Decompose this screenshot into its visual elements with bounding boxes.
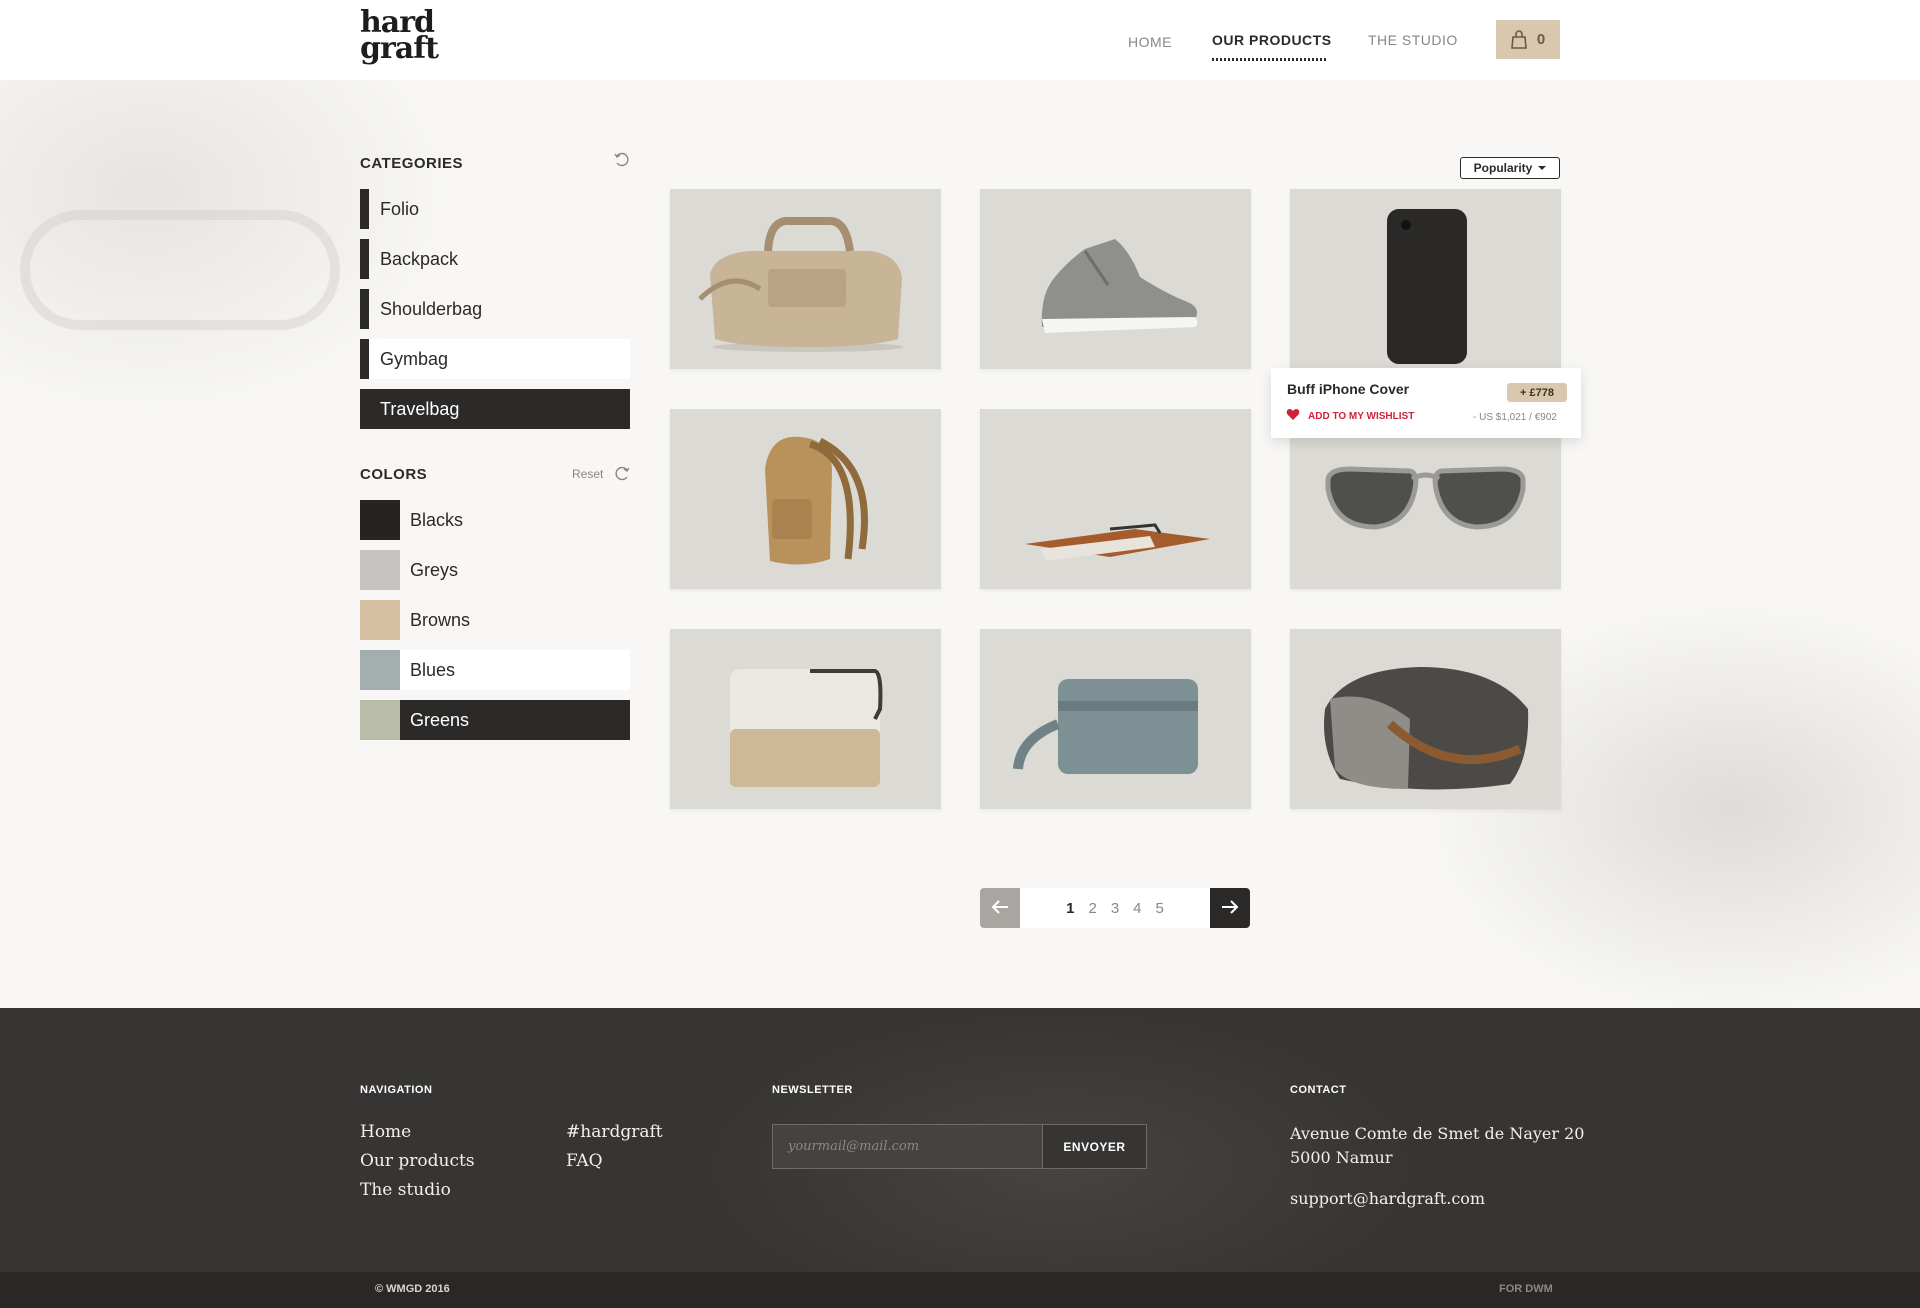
- laptop-sleeve-icon: [730, 669, 883, 787]
- category-gymbag[interactable]: Gymbag: [360, 339, 630, 379]
- color-blacks[interactable]: Blacks: [360, 500, 630, 540]
- product-tooltip: Buff iPhone Cover + £778 ADD TO MY WISHL…: [1271, 368, 1581, 438]
- footer-link-our-products[interactable]: Our products: [360, 1151, 475, 1171]
- page-number-current[interactable]: 1: [1066, 900, 1074, 917]
- newsletter-email-input[interactable]: yourmail@mail.com: [772, 1124, 1042, 1169]
- category-label: Gymbag: [380, 348, 449, 369]
- product-tile-backpack[interactable]: [670, 409, 941, 589]
- color-browns[interactable]: Browns: [360, 600, 630, 640]
- add-to-wishlist-link[interactable]: ADD TO MY WISHLIST: [1286, 408, 1414, 424]
- color-greys[interactable]: Greys: [360, 550, 630, 590]
- color-swatch: [360, 500, 400, 540]
- color-swatch: [360, 650, 400, 690]
- color-swatch: [360, 700, 400, 740]
- category-label: Shoulderbag: [380, 298, 483, 319]
- pouch-icon: [1013, 679, 1198, 774]
- color-greens[interactable]: Greens: [360, 700, 630, 740]
- nav-the-studio[interactable]: THE STUDIO: [1368, 32, 1458, 48]
- wishlist-label: ADD TO MY WISHLIST: [1308, 410, 1415, 422]
- arrow-left-icon: [991, 895, 1009, 921]
- sort-dropdown[interactable]: Popularity: [1460, 157, 1560, 179]
- heart-icon: [1286, 408, 1300, 424]
- background-glasses-image: [20, 210, 340, 330]
- footer-bottom-bar: [0, 1272, 1920, 1308]
- contact-email-link[interactable]: support@hardgraft.com: [1290, 1187, 1485, 1211]
- reset-icon[interactable]: [614, 152, 630, 172]
- footer-contact-heading: CONTACT: [1290, 1084, 1347, 1096]
- site-header: hard graft HOME OUR PRODUCTS THE STUDIO …: [0, 0, 1920, 80]
- color-label: Blacks: [410, 509, 464, 530]
- category-backpack[interactable]: Backpack: [360, 239, 630, 279]
- color-label: Browns: [410, 609, 471, 630]
- product-tile-duffel-bag[interactable]: [670, 189, 941, 369]
- prev-page-button[interactable]: [980, 888, 1020, 928]
- categories-heading: CATEGORIES: [360, 155, 464, 172]
- chevron-down-icon: [1538, 166, 1547, 170]
- page-number[interactable]: 5: [1156, 900, 1164, 917]
- footer-link-faq[interactable]: FAQ: [566, 1151, 603, 1171]
- credit-text: FOR DWM: [1499, 1283, 1553, 1295]
- product-tile-toiletry-bag[interactable]: [980, 629, 1251, 809]
- product-tile-wallet[interactable]: [980, 409, 1251, 589]
- nav-our-products[interactable]: OUR PRODUCTS: [1212, 32, 1332, 48]
- colors-reset-link[interactable]: Reset: [572, 467, 603, 481]
- shopping-bag-icon: [1510, 30, 1527, 49]
- product-name[interactable]: Buff iPhone Cover: [1287, 381, 1409, 397]
- category-marker: [360, 239, 369, 279]
- contact-address-line: 5000 Namur: [1290, 1148, 1393, 1167]
- footer-newsletter-heading: NEWSLETTER: [772, 1084, 853, 1096]
- product-tile-iphone-cover[interactable]: [1290, 189, 1561, 369]
- category-shoulderbag[interactable]: Shoulderbag: [360, 289, 630, 329]
- cart-button[interactable]: 0: [1496, 20, 1560, 59]
- price-badge: + £778: [1507, 383, 1567, 402]
- background-decoration: [0, 80, 1920, 1008]
- product-tile-shoulder-bag[interactable]: [1290, 629, 1561, 809]
- category-travelbag[interactable]: Travelbag: [360, 389, 630, 429]
- contact-address-line: Avenue Comte de Smet de Nayer 20: [1290, 1124, 1585, 1143]
- sort-label: Popularity: [1473, 161, 1533, 175]
- category-label: Folio: [380, 198, 420, 219]
- product-tile-laptop-sleeve[interactable]: [670, 629, 941, 809]
- shoulder-bag-icon: [1324, 667, 1529, 790]
- backpack-icon: [765, 436, 868, 565]
- page-number[interactable]: 3: [1111, 900, 1119, 917]
- page-number[interactable]: 2: [1088, 900, 1096, 917]
- color-swatch: [360, 600, 400, 640]
- reset-icon[interactable]: [614, 466, 630, 486]
- alt-price: - US $1,021 / €902: [1473, 412, 1557, 423]
- category-marker: [360, 389, 369, 429]
- next-page-button[interactable]: [1210, 888, 1250, 928]
- category-marker: [360, 189, 369, 229]
- category-marker: [360, 289, 369, 329]
- site-logo[interactable]: hard graft: [360, 8, 439, 66]
- colors-heading: COLORS: [360, 466, 428, 483]
- cart-count: 0: [1536, 31, 1546, 48]
- copyright-text: © WMGD 2016: [375, 1283, 450, 1295]
- newsletter-submit-button[interactable]: ENVOYER: [1042, 1124, 1147, 1169]
- category-label: Backpack: [380, 248, 459, 269]
- page-numbers: 1 2 3 4 5: [1020, 888, 1210, 928]
- color-label: Greys: [410, 559, 459, 580]
- page-number[interactable]: 4: [1133, 900, 1141, 917]
- phone-case-icon: [1387, 209, 1467, 364]
- product-tile-sneaker[interactable]: [980, 189, 1251, 369]
- duffel-bag-icon: [698, 216, 903, 352]
- footer-link-home[interactable]: Home: [360, 1122, 411, 1142]
- footer-link-the-studio[interactable]: The studio: [360, 1180, 451, 1200]
- footer-navigation-heading: NAVIGATION: [360, 1084, 433, 1096]
- wallet-icon: [1025, 523, 1210, 561]
- category-marker: [360, 339, 369, 379]
- logo-line: graft: [360, 31, 439, 66]
- category-folio[interactable]: Folio: [360, 189, 630, 229]
- nav-active-indicator: [1212, 58, 1328, 61]
- sneaker-icon: [1041, 239, 1198, 333]
- nav-home[interactable]: HOME: [1128, 34, 1172, 50]
- color-blues[interactable]: Blues: [360, 650, 630, 690]
- color-label: Blues: [410, 659, 456, 680]
- color-swatch: [360, 550, 400, 590]
- footer-link-hardgraft[interactable]: #hardgraft: [566, 1122, 663, 1142]
- category-label: Travelbag: [380, 398, 460, 419]
- color-label: Greens: [410, 709, 470, 730]
- arrow-right-icon: [1221, 895, 1239, 921]
